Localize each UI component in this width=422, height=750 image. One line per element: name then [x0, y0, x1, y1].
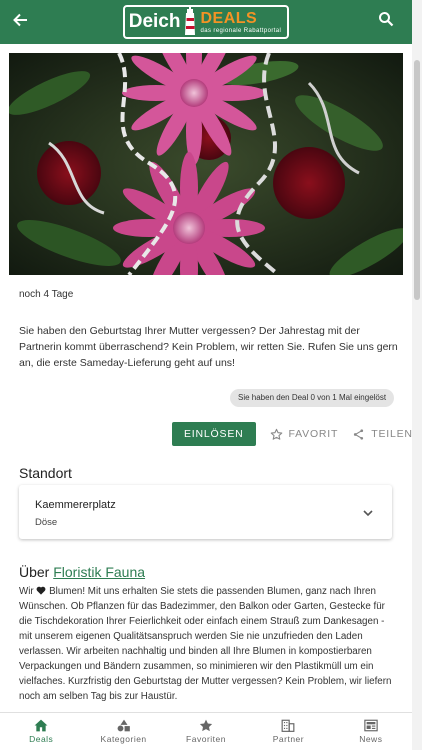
- redeem-count-badge: Sie haben den Deal 0 von 1 Mal eingelöst: [230, 389, 395, 407]
- nav-label-deals: Deals: [29, 734, 54, 744]
- search-icon[interactable]: [378, 11, 400, 33]
- shapes-icon: [117, 719, 130, 732]
- about-text-start: Wir: [19, 586, 37, 597]
- share-icon: [354, 428, 364, 440]
- newspaper-icon: [364, 719, 378, 732]
- logo-tagline: das regionale Rabattportal: [200, 27, 282, 34]
- bottom-nav: Deals Kategorien Favoriten Partner News: [0, 712, 412, 750]
- logo-text-deals: DEALS: [200, 9, 258, 27]
- scrollbar-thumb[interactable]: [414, 60, 420, 300]
- lighthouse-icon: [185, 7, 196, 35]
- home-icon: [34, 719, 48, 732]
- logo-text-deich: Deich: [128, 11, 181, 32]
- nav-label-news: News: [359, 734, 383, 744]
- share-button[interactable]: TEILEN: [352, 428, 412, 441]
- favorite-button[interactable]: FAVORIT: [270, 428, 339, 441]
- chevron-down-icon[interactable]: [362, 506, 374, 524]
- star-outline-icon: [270, 428, 282, 440]
- deal-remaining-time: noch 4 Tage: [19, 289, 74, 300]
- location-name: Kaemmererplatz: [35, 499, 116, 511]
- nav-deals[interactable]: Deals: [0, 713, 82, 750]
- nav-label-kategorien: Kategorien: [100, 734, 147, 744]
- location-heading: Standort: [19, 465, 72, 481]
- app-logo: Deich DEALS das regionale Rabattportal: [122, 5, 290, 39]
- heart-icon: [37, 586, 46, 595]
- location-card[interactable]: Kaemmererplatz Döse: [19, 485, 392, 539]
- nav-partner[interactable]: Partner: [247, 713, 329, 750]
- scrollbar-track[interactable]: [412, 0, 422, 750]
- app-bar: Deich DEALS das regionale Rabattportal: [0, 0, 412, 44]
- about-text: Wir Blumen! Mit uns erhalten Sie stets d…: [19, 584, 399, 704]
- share-label: TEILEN: [371, 428, 412, 440]
- deal-detail: noch 4 Tage Sie haben den Geburtstag Ihr…: [0, 44, 412, 712]
- location-city: Döse: [35, 517, 58, 528]
- nav-favoriten[interactable]: Favoriten: [165, 713, 247, 750]
- partner-link[interactable]: Floristik Fauna: [53, 564, 145, 580]
- deal-actions: EINLÖSEN FAVORIT TEILEN: [172, 422, 412, 446]
- deal-description: Sie haben den Geburtstag Ihrer Mutter ve…: [19, 325, 398, 369]
- redeem-button[interactable]: EINLÖSEN: [172, 422, 256, 446]
- nav-news[interactable]: News: [330, 713, 412, 750]
- nav-label-favoriten: Favoriten: [186, 734, 226, 744]
- about-text-rest: Blumen! Mit uns erhalten Sie stets die p…: [19, 586, 392, 702]
- about-heading: Über Floristik Fauna: [19, 564, 145, 580]
- back-arrow-icon[interactable]: [12, 12, 34, 33]
- nav-kategorien[interactable]: Kategorien: [82, 713, 164, 750]
- about-prefix: Über: [19, 564, 54, 580]
- deal-image: [9, 53, 403, 275]
- nav-label-partner: Partner: [272, 734, 305, 744]
- star-icon: [199, 719, 213, 732]
- favorite-label: FAVORIT: [288, 428, 339, 440]
- building-icon: [282, 719, 295, 732]
